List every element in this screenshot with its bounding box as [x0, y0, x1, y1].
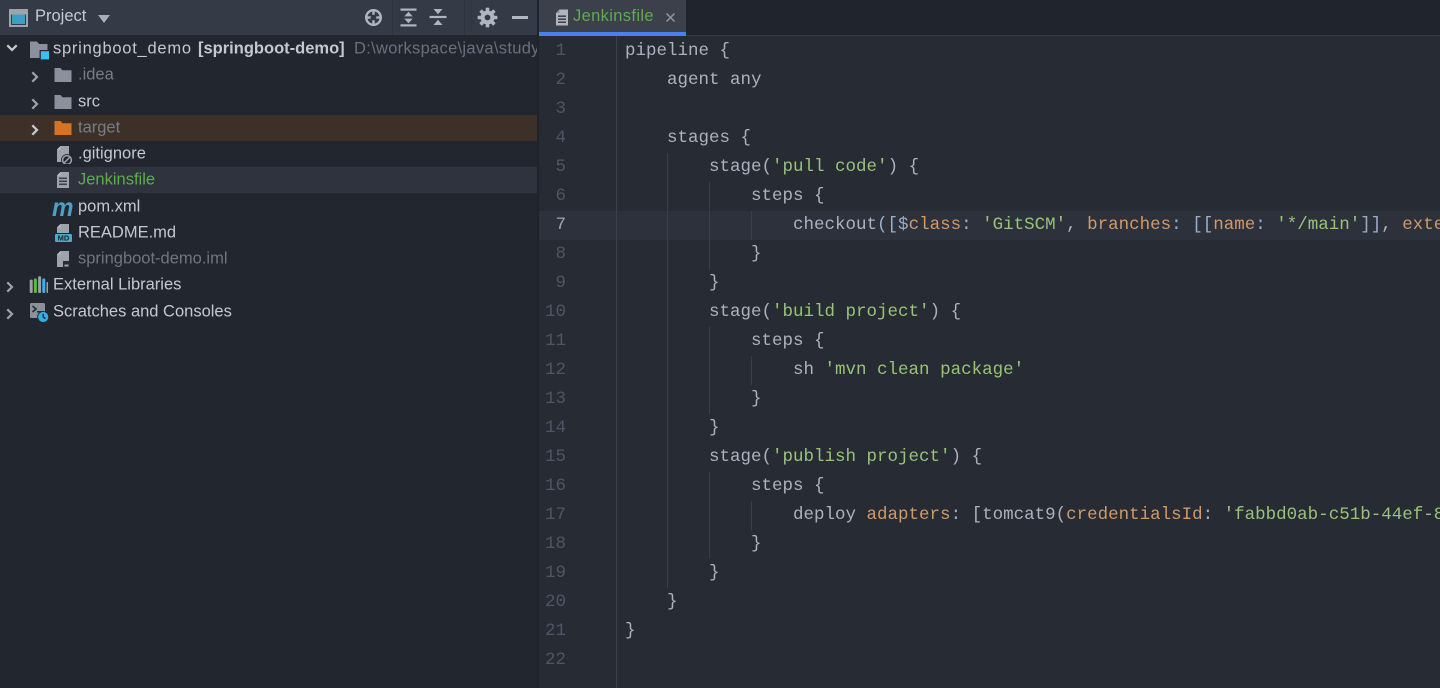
svg-text:MD: MD	[58, 233, 70, 242]
svg-text:m: m	[52, 196, 74, 218]
